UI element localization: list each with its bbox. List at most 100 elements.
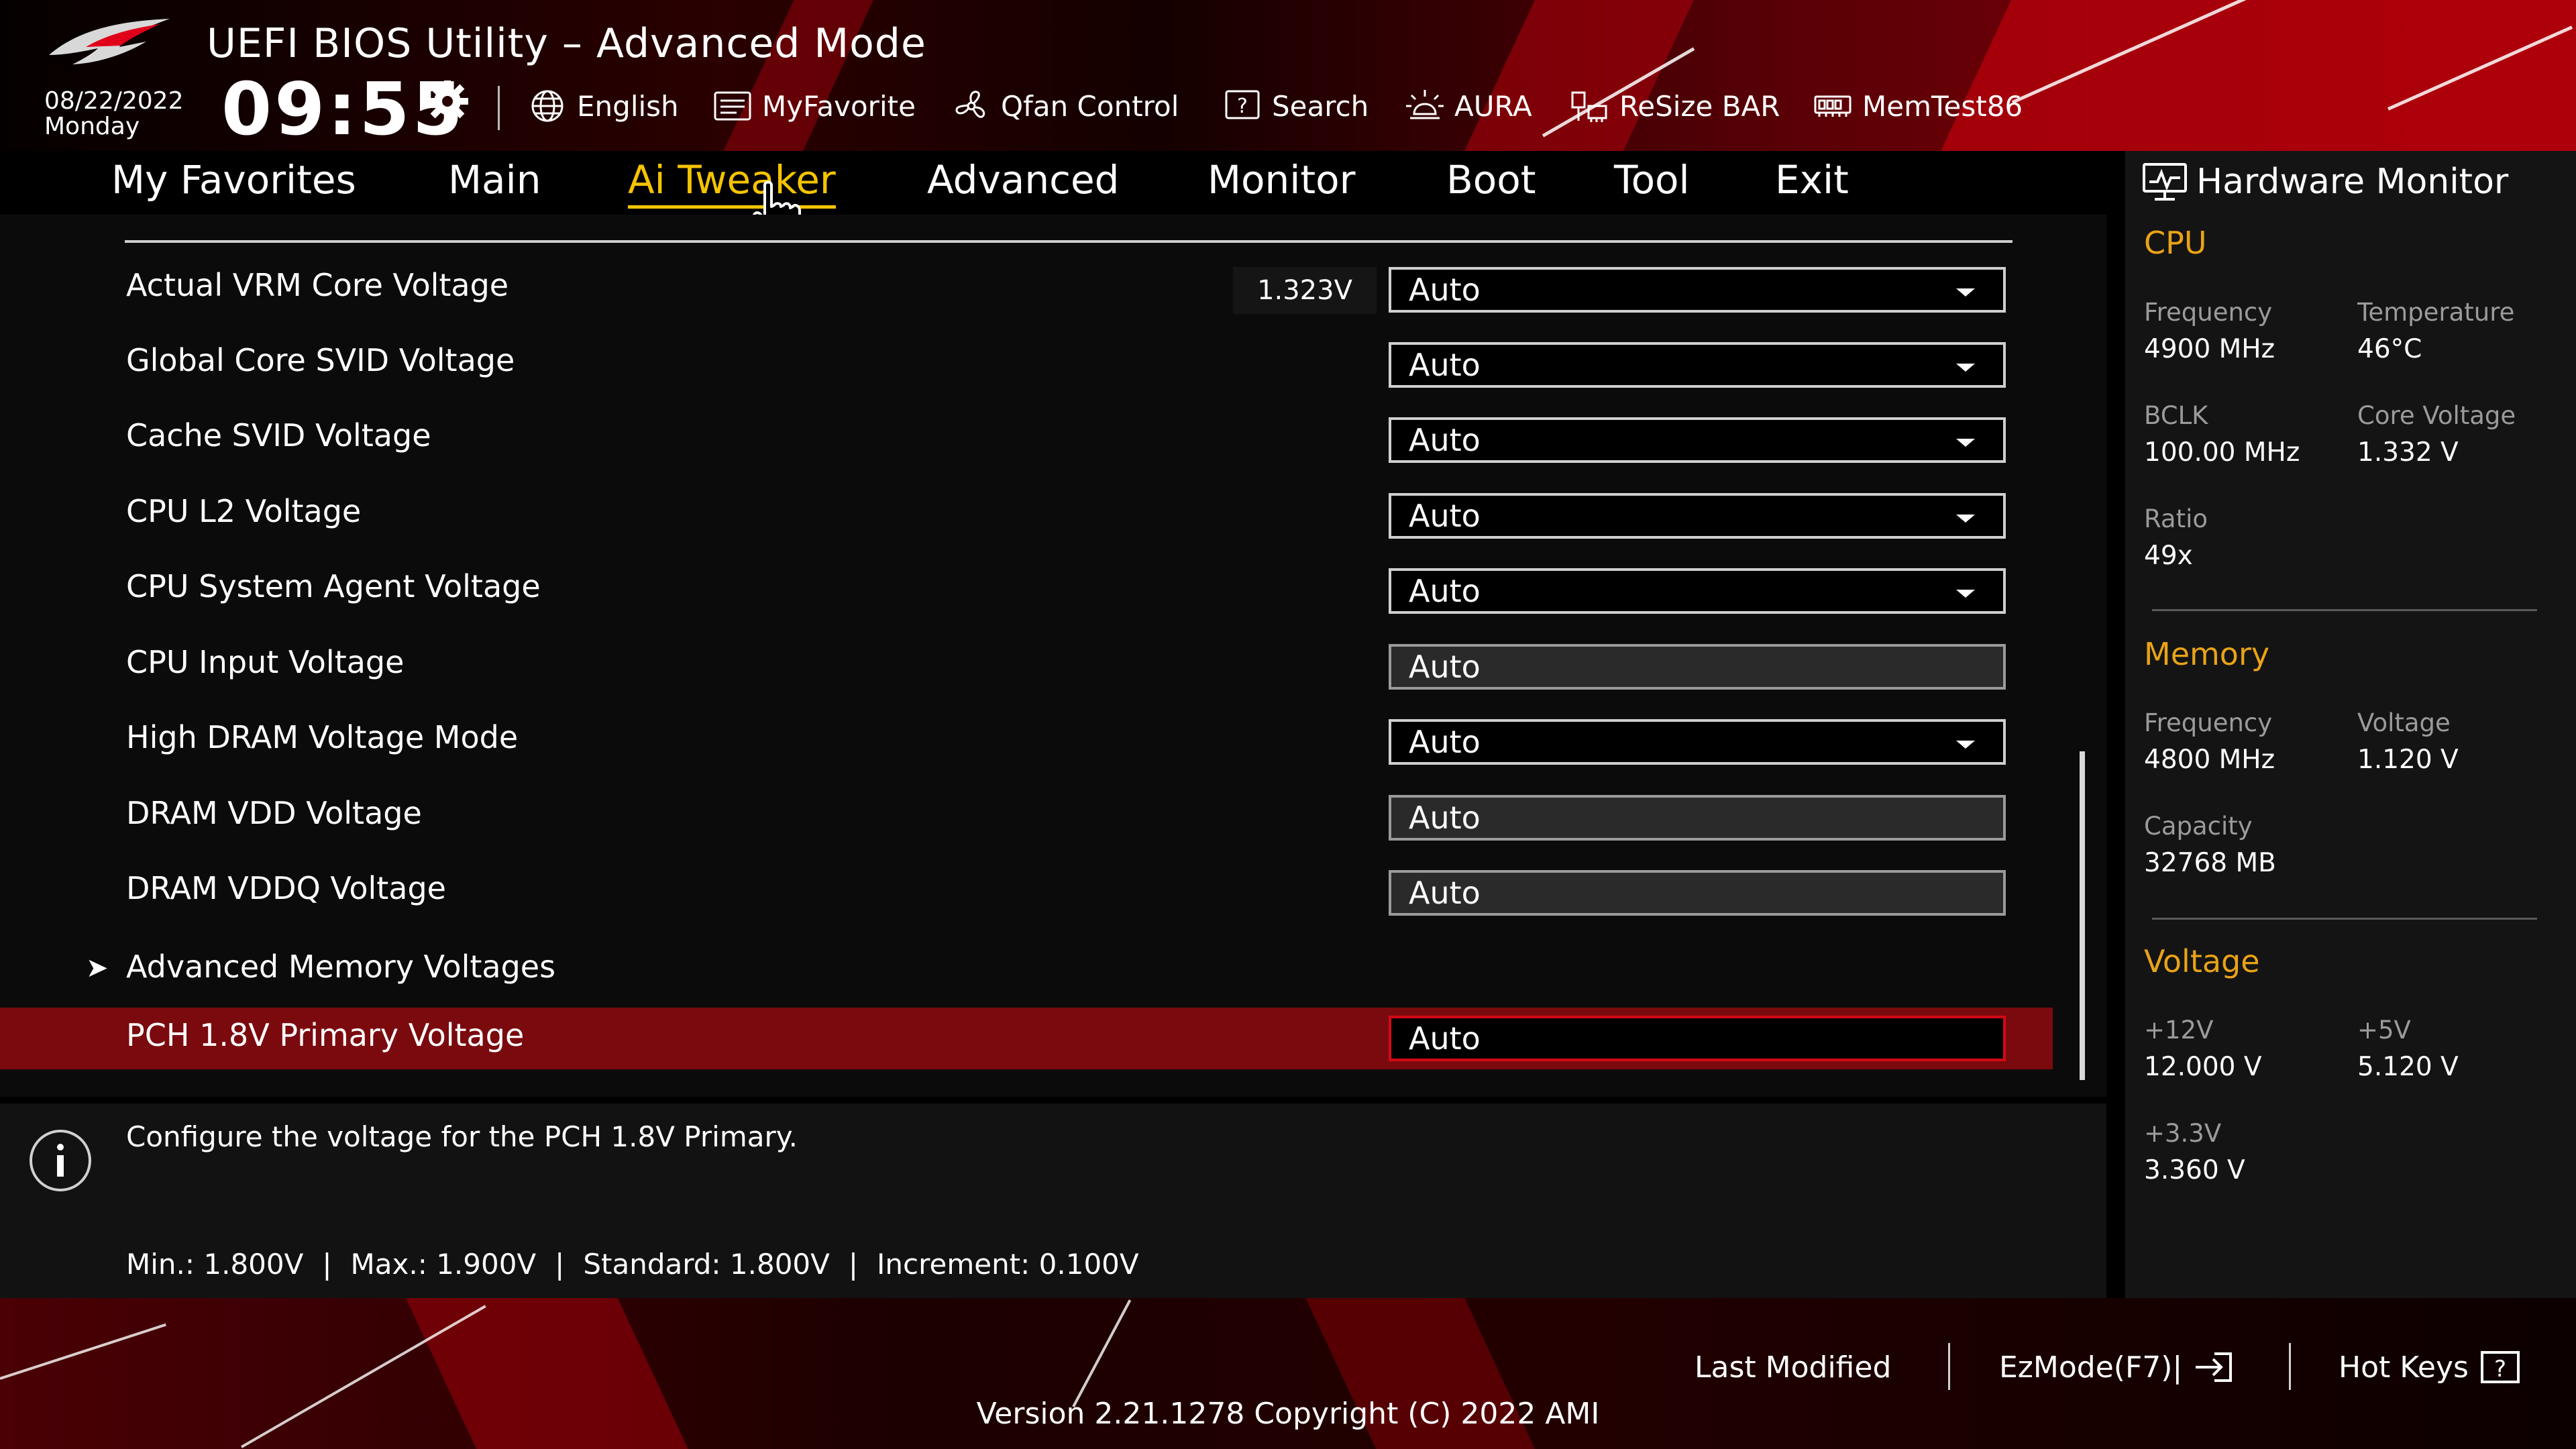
- max-voltage: Max.: 1.900V: [350, 1248, 537, 1281]
- aura-light-icon: [1406, 90, 1444, 119]
- tool-search[interactable]: ? Search: [1222, 85, 1368, 127]
- globe-icon: [531, 90, 564, 122]
- dram-vddq-voltage-field[interactable]: Auto: [1389, 870, 2006, 916]
- hw-value-3-3v: 3.360 V: [2144, 1155, 2245, 1185]
- hot-keys-button[interactable]: Hot Keys ?: [2339, 1347, 2522, 1387]
- ezmode-button[interactable]: EzMode(F7)|: [1999, 1347, 2236, 1387]
- settings-top-divider: [125, 240, 2012, 243]
- footer-light-streak: [0, 1323, 166, 1380]
- dropdown-arrow-icon: [1956, 590, 1975, 598]
- tool-label: Search: [1272, 89, 1369, 123]
- tool-english[interactable]: English: [527, 85, 679, 127]
- setting-label-cache-svid-voltage: Cache SVID Voltage: [126, 417, 431, 453]
- fan-icon: [955, 91, 985, 118]
- tool-myfavorite[interactable]: MyFavorite: [712, 85, 916, 127]
- tool-qfan-control[interactable]: Qfan Control: [951, 85, 1179, 127]
- cpu-system-agent-voltage-dropdown[interactable]: Auto: [1389, 568, 2006, 614]
- hw-section-cpu: CPU: [2144, 225, 2207, 261]
- svg-text:?: ?: [1237, 95, 1248, 118]
- submenu-arrow-icon: ➤: [86, 953, 109, 983]
- field-value: Auto: [1409, 875, 1481, 911]
- hw-value-bclk: 100.00 MHz: [2144, 437, 2300, 468]
- help-question-icon: ?: [2480, 1351, 2520, 1383]
- tab-advanced[interactable]: Advanced: [927, 157, 1120, 203]
- limits-separator: |: [848, 1248, 859, 1281]
- dram-vdd-voltage-field[interactable]: Auto: [1389, 795, 2006, 841]
- header-light-streak: [2011, 0, 2271, 104]
- tab-exit[interactable]: Exit: [1775, 157, 1849, 203]
- pch-1-8v-primary-voltage-field[interactable]: Auto: [1389, 1016, 2006, 1061]
- setting-label-global-core-svid-voltage: Global Core SVID Voltage: [126, 342, 515, 378]
- version-copyright: Version 2.21.1278 Copyright (C) 2022 AMI: [976, 1397, 1600, 1431]
- hardware-monitor-title-text: Hardware Monitor: [2196, 162, 2509, 202]
- setting-label-pch-1-8v-primary-voltage: PCH 1.8V Primary Voltage: [126, 1017, 525, 1053]
- high-dram-voltage-mode-dropdown[interactable]: Auto: [1389, 719, 2006, 765]
- day-display: Monday: [44, 113, 140, 140]
- last-modified-label: Last Modified: [1695, 1350, 1892, 1385]
- setting-label-actual-vrm-core-voltage: Actual VRM Core Voltage: [126, 267, 509, 303]
- cpu-input-voltage-field[interactable]: Auto: [1389, 644, 2006, 690]
- hw-value-cpu-frequency: 4900 MHz: [2144, 334, 2275, 364]
- rog-logo-icon: [49, 19, 170, 64]
- dropdown-value: Auto: [1409, 272, 1481, 308]
- dropdown-value: Auto: [1409, 422, 1481, 458]
- gear-icon[interactable]: [424, 78, 471, 125]
- tool-label: ReSize BAR: [1619, 89, 1780, 123]
- dropdown-arrow-icon: [1956, 364, 1975, 372]
- actual-vrm-core-voltage-dropdown[interactable]: Auto: [1389, 267, 2006, 313]
- svg-text:?: ?: [2494, 1356, 2506, 1383]
- dropdown-value: Auto: [1409, 724, 1481, 760]
- hw-value-capacity: 32768 MB: [2144, 848, 2276, 878]
- dropdown-value: Auto: [1409, 573, 1481, 609]
- monitor-icon: [2143, 163, 2187, 201]
- increment-voltage: Increment: 0.100V: [877, 1248, 1139, 1281]
- hardware-monitor-title: Hardware Monitor: [2141, 158, 2508, 205]
- footer-divider: [2289, 1343, 2291, 1390]
- global-core-svid-voltage-dropdown[interactable]: Auto: [1389, 342, 2006, 388]
- hw-section-divider: [2152, 918, 2537, 920]
- hot-keys-label: Hot Keys: [2339, 1350, 2469, 1385]
- tab-monitor[interactable]: Monitor: [1208, 157, 1355, 203]
- current-vrm-voltage-readout: 1.323V: [1233, 267, 1377, 314]
- tool-aura[interactable]: AURA: [1405, 85, 1532, 127]
- tab-my-favorites[interactable]: My Favorites: [111, 157, 356, 203]
- setting-label-cpu-input-voltage: CPU Input Voltage: [126, 644, 405, 680]
- cache-svid-voltage-dropdown[interactable]: Auto: [1389, 417, 2006, 463]
- dropdown-value: Auto: [1409, 498, 1481, 534]
- settings-scrollbar[interactable]: [2080, 751, 2085, 1080]
- tool-label: AURA: [1454, 89, 1532, 123]
- setting-label-high-dram-voltage-mode: High DRAM Voltage Mode: [126, 719, 519, 755]
- cpu-l2-voltage-dropdown[interactable]: Auto: [1389, 493, 2006, 539]
- header-divider: [498, 86, 500, 130]
- voltage-limits: Min.: 1.800V | Max.: 1.900V | Standard: 1.80…: [126, 1248, 1139, 1281]
- exit-arrow-icon: [2196, 1352, 2233, 1382]
- page-title: UEFI BIOS Utility – Advanced Mode: [207, 20, 926, 67]
- tool-label: Qfan Control: [1001, 89, 1179, 123]
- tab-tool[interactable]: Tool: [1614, 157, 1690, 203]
- hw-value-12v: 12.000 V: [2144, 1052, 2262, 1082]
- hw-value-core-voltage: 1.332 V: [2357, 437, 2459, 468]
- hw-label-12v: +12V: [2144, 1016, 2214, 1044]
- hw-label-memory-frequency: Frequency: [2144, 708, 2273, 737]
- tool-memtest86[interactable]: MemTest86: [1813, 85, 2023, 127]
- dropdown-arrow-icon: [1956, 515, 1975, 523]
- tool-resize-bar[interactable]: ReSize BAR: [1570, 85, 1780, 127]
- hw-section-memory: Memory: [2144, 636, 2270, 672]
- tab-main[interactable]: Main: [448, 157, 541, 203]
- setting-label-cpu-l2-voltage: CPU L2 Voltage: [126, 493, 362, 529]
- tool-label: MyFavorite: [762, 89, 916, 123]
- setting-label-dram-vddq-voltage: DRAM VDDQ Voltage: [126, 870, 446, 906]
- header-light-streak: [2387, 25, 2573, 111]
- hw-label-cpu-temperature: Temperature: [2357, 298, 2515, 327]
- last-modified-button[interactable]: Last Modified: [1695, 1347, 1891, 1387]
- tool-label: MemTest86: [1862, 89, 2023, 123]
- hw-label-core-voltage: Core Voltage: [2357, 401, 2516, 430]
- hw-value-cpu-temperature: 46°C: [2357, 334, 2422, 364]
- submenu-advanced-memory-voltages[interactable]: Advanced Memory Voltages: [126, 949, 555, 985]
- search-help-icon: ?: [1225, 90, 1260, 119]
- tab-boot[interactable]: Boot: [1446, 157, 1536, 203]
- hw-label-capacity: Capacity: [2144, 812, 2253, 841]
- hw-label-3-3v: +3.3V: [2144, 1119, 2222, 1148]
- setting-label-cpu-system-agent-voltage: CPU System Agent Voltage: [126, 568, 541, 604]
- hw-label-ratio: Ratio: [2144, 504, 2208, 533]
